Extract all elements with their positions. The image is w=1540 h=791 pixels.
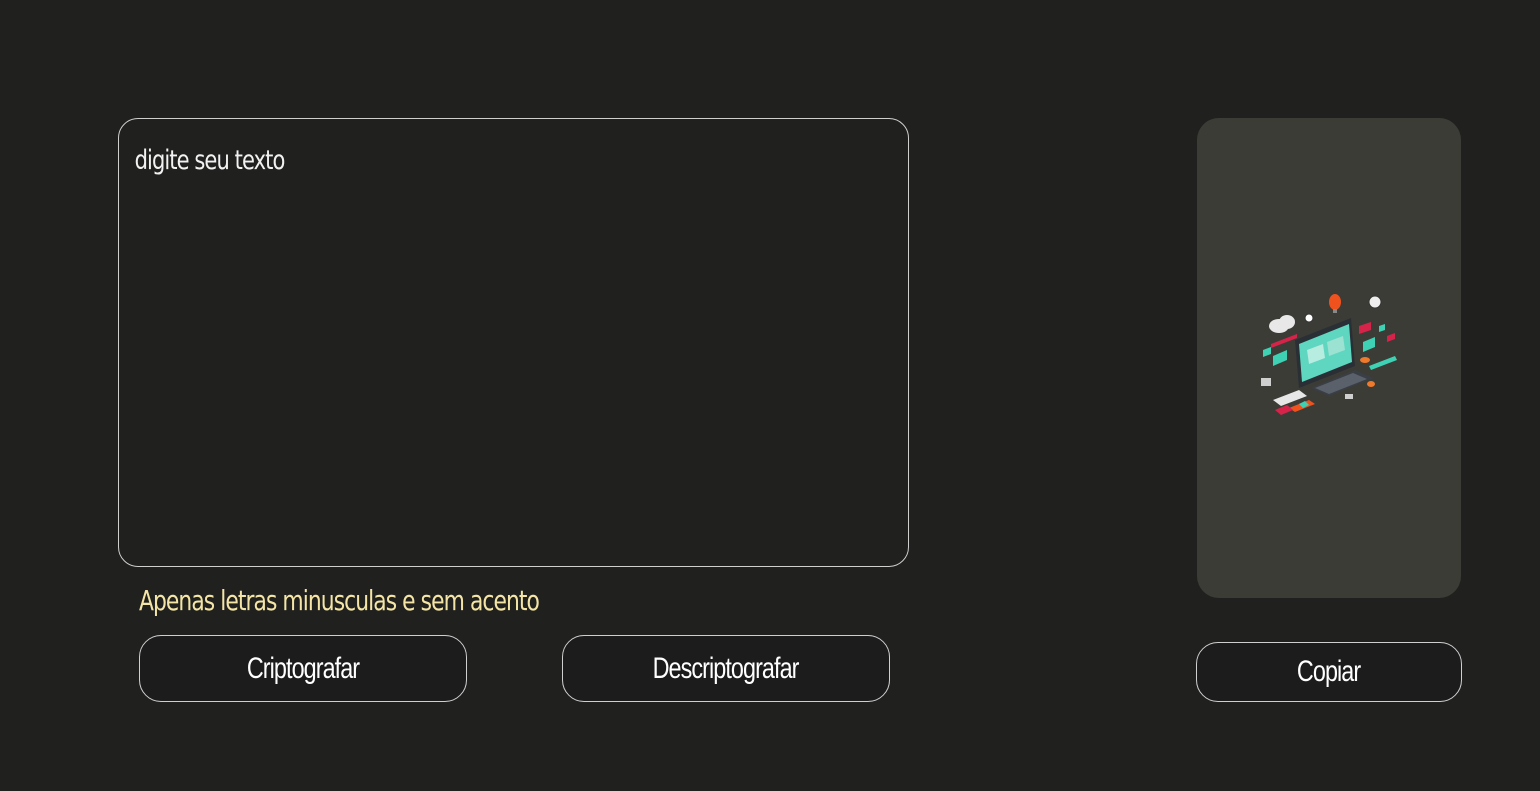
copy-button-label: Copiar	[1297, 655, 1361, 688]
text-input-box	[118, 118, 909, 567]
output-panel	[1197, 118, 1461, 598]
encrypt-button-label: Criptografar	[246, 651, 360, 685]
encrypt-button[interactable]: Criptografar	[139, 635, 467, 702]
hint-text: Apenas letras minusculas e sem acento	[139, 584, 540, 617]
copy-button[interactable]: Copiar	[1196, 642, 1462, 702]
page: Apenas letras minusculas e sem acento Cr…	[0, 0, 1540, 791]
isometric-computer-illustration-icon	[1261, 294, 1397, 415]
decrypt-button[interactable]: Descriptografar	[562, 635, 890, 702]
text-input[interactable]	[119, 119, 907, 566]
decrypt-button-label: Descriptografar	[653, 651, 800, 685]
